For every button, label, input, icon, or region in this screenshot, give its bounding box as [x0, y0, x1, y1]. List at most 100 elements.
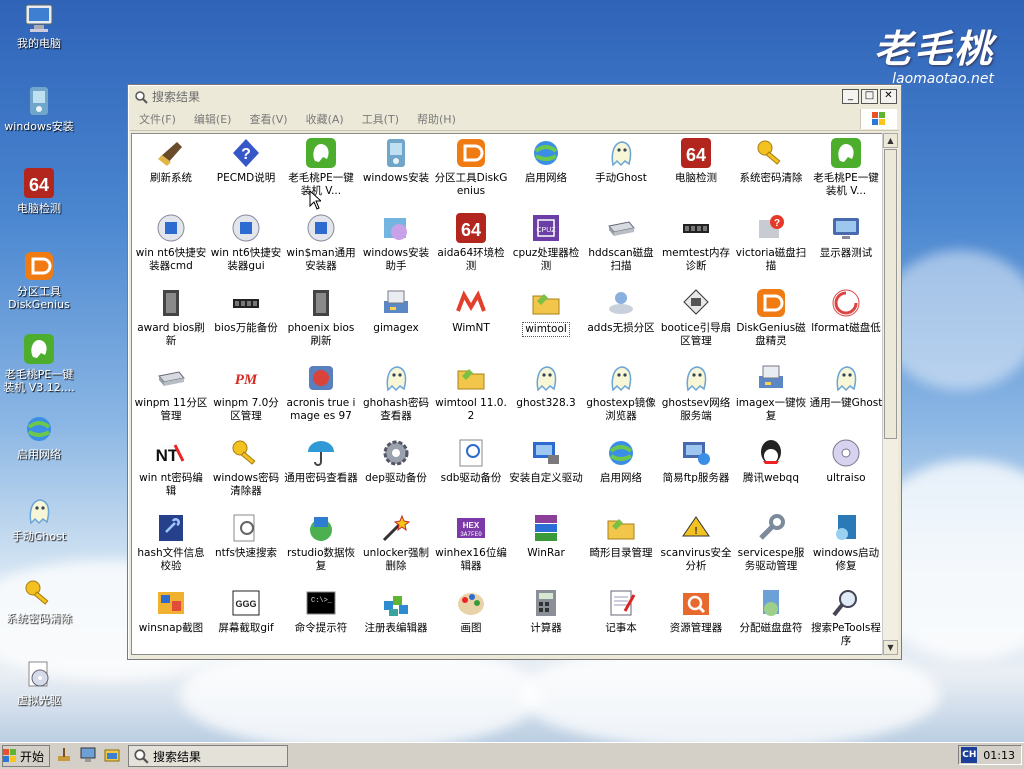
result-item[interactable]: 分配磁盘盘符	[734, 587, 808, 635]
result-item[interactable]: CPUZ cpuz处理器检测	[509, 212, 583, 272]
ime-indicator[interactable]: CH	[961, 747, 978, 763]
result-item[interactable]: 简易ftp服务器	[659, 437, 733, 485]
result-item[interactable]: ghostexp镜像浏览器	[584, 362, 658, 422]
result-item[interactable]: win nt6快捷安装器gui	[209, 212, 283, 272]
result-item[interactable]: win nt6快捷安装器cmd	[134, 212, 208, 272]
result-item[interactable]: bios万能备份	[209, 287, 283, 335]
result-item[interactable]: wimtool 11.0.2	[434, 362, 508, 422]
title-bar[interactable]: 搜索结果 _ □ ✕	[130, 87, 899, 106]
minimize-button[interactable]: _	[842, 89, 859, 104]
maximize-button[interactable]: □	[861, 89, 878, 104]
desktop-icon[interactable]: 我的电脑	[0, 2, 78, 50]
result-item[interactable]: winpm 11分区管理	[134, 362, 208, 422]
result-item[interactable]: winsnap截图	[134, 587, 208, 635]
result-item[interactable]: 刷新系统	[134, 137, 208, 185]
result-item[interactable]: 64 aida64环境检测	[434, 212, 508, 272]
result-item[interactable]: DiskGenius磁盘精灵	[734, 287, 808, 347]
computer-icon[interactable]	[80, 747, 96, 763]
result-item[interactable]: 资源管理器	[659, 587, 733, 635]
result-item[interactable]: 搜索PeTools程序	[809, 587, 883, 647]
result-item[interactable]: 启用网络	[509, 137, 583, 185]
desktop-icon[interactable]: 分区工具 DiskGenius	[0, 250, 78, 311]
menu-tools[interactable]: 工具(T)	[353, 111, 408, 127]
result-item[interactable]: 系统密码清除	[734, 137, 808, 185]
scroll-down-button[interactable]: ▼	[883, 640, 898, 655]
result-item[interactable]: 老毛桃PE一键装机 V...	[809, 137, 883, 197]
result-item[interactable]: 安装自定义驱动	[509, 437, 583, 485]
scroll-thumb[interactable]	[884, 149, 897, 439]
result-item[interactable]: rstudio数据恢复	[284, 512, 358, 572]
desktop-icon[interactable]: 老毛桃PE一键 装机 V3.12....	[0, 333, 78, 394]
result-item[interactable]: ? victoria磁盘扫描	[734, 212, 808, 272]
menu-view[interactable]: 查看(V)	[240, 111, 296, 127]
result-item[interactable]: 记事本	[584, 587, 658, 635]
desktop-icon[interactable]: 64 电脑检测	[0, 167, 78, 215]
result-item[interactable]: bootice引导扇区管理	[659, 287, 733, 347]
result-item[interactable]: win$man通用安装器	[284, 212, 358, 272]
close-button[interactable]: ✕	[880, 89, 897, 104]
result-item[interactable]: ntfs快速搜索	[209, 512, 283, 560]
result-item[interactable]: ! scanvirus安全分析	[659, 512, 733, 572]
result-item[interactable]: imagex一键恢复	[734, 362, 808, 422]
result-item[interactable]: lformat磁盘低	[809, 287, 883, 335]
explorer-icon[interactable]	[104, 747, 120, 763]
menu-edit[interactable]: 编辑(E)	[185, 111, 241, 127]
result-item[interactable]: C:\>_ 命令提示符	[284, 587, 358, 635]
result-item[interactable]: ghost328.3	[509, 362, 583, 410]
result-item[interactable]: 分区工具DiskGenius	[434, 137, 508, 197]
result-item[interactable]: 64 电脑检测	[659, 137, 733, 185]
result-item[interactable]: 通用密码查看器	[284, 437, 358, 485]
result-item[interactable]: 画图	[434, 587, 508, 635]
menu-favorites[interactable]: 收藏(A)	[297, 111, 353, 127]
result-item[interactable]: unlocker强制删除	[359, 512, 433, 572]
result-item[interactable]: 手动Ghost	[584, 137, 658, 185]
broom-icon[interactable]	[56, 747, 72, 763]
result-item[interactable]: 老毛桃PE一键装机 V...	[284, 137, 358, 197]
start-button[interactable]: 开始	[2, 745, 50, 767]
result-item[interactable]: ghohash密码查看器	[359, 362, 433, 422]
result-item-label: acronis true image es 97	[286, 397, 356, 422]
result-item[interactable]: ghostsev网络服务端	[659, 362, 733, 422]
result-item[interactable]: wimtool	[509, 287, 583, 337]
result-item[interactable]: windows启动修复	[809, 512, 883, 572]
menu-help[interactable]: 帮助(H)	[408, 111, 465, 127]
result-item[interactable]: 畸形目录管理	[584, 512, 658, 560]
result-item[interactable]: 启用网络	[584, 437, 658, 485]
result-item[interactable]: 注册表编辑器	[359, 587, 433, 635]
menu-file[interactable]: 文件(F)	[130, 111, 185, 127]
result-item[interactable]: WimNT	[434, 287, 508, 335]
result-item[interactable]: phoenix bios刷新	[284, 287, 358, 347]
result-item[interactable]: acronis true image es 97	[284, 362, 358, 422]
result-item[interactable]: GGG 屏幕截取gif	[209, 587, 283, 635]
result-item[interactable]: hddscan磁盘扫描	[584, 212, 658, 272]
desktop-icon[interactable]: windows安装	[0, 85, 78, 133]
result-item[interactable]: windows安装	[359, 137, 433, 185]
result-item[interactable]: award bios刷新	[134, 287, 208, 347]
result-item[interactable]: ? PECMD说明	[209, 137, 283, 185]
result-item[interactable]: windows安装助手	[359, 212, 433, 272]
desktop-icon[interactable]: 系统密码清除	[0, 577, 78, 625]
result-item[interactable]: HEX 3A7FE0 winhex16位编辑器	[434, 512, 508, 572]
result-item[interactable]: 腾讯webqq	[734, 437, 808, 485]
result-item[interactable]: sdb驱动备份	[434, 437, 508, 485]
desktop-icon[interactable]: 启用网络	[0, 413, 78, 461]
result-item[interactable]: servicespe服务驱动管理	[734, 512, 808, 572]
desktop-icon[interactable]: 手动Ghost	[0, 495, 78, 543]
result-item[interactable]: PM winpm 7.0分区管理	[209, 362, 283, 422]
vertical-scrollbar[interactable]: ▲ ▼	[882, 133, 898, 655]
taskbar-item-search-results[interactable]: 搜索结果	[128, 745, 288, 767]
result-item[interactable]: ultraiso	[809, 437, 883, 485]
result-item[interactable]: NT win nt密码编辑	[134, 437, 208, 497]
result-item[interactable]: memtest内存诊断	[659, 212, 733, 272]
result-item[interactable]: 计算器	[509, 587, 583, 635]
result-item[interactable]: dep驱动备份	[359, 437, 433, 485]
result-item[interactable]: adds无损分区	[584, 287, 658, 335]
result-item[interactable]: 显示器测试	[809, 212, 883, 260]
result-item[interactable]: windows密码清除器	[209, 437, 283, 497]
result-item[interactable]: 通用一键Ghost	[809, 362, 883, 410]
result-item[interactable]: hash文件信息校验	[134, 512, 208, 572]
result-item[interactable]: gimagex	[359, 287, 433, 335]
scroll-up-button[interactable]: ▲	[883, 133, 898, 148]
desktop-icon[interactable]: 虚拟光驱	[0, 659, 78, 707]
result-item[interactable]: WinRar	[509, 512, 583, 560]
